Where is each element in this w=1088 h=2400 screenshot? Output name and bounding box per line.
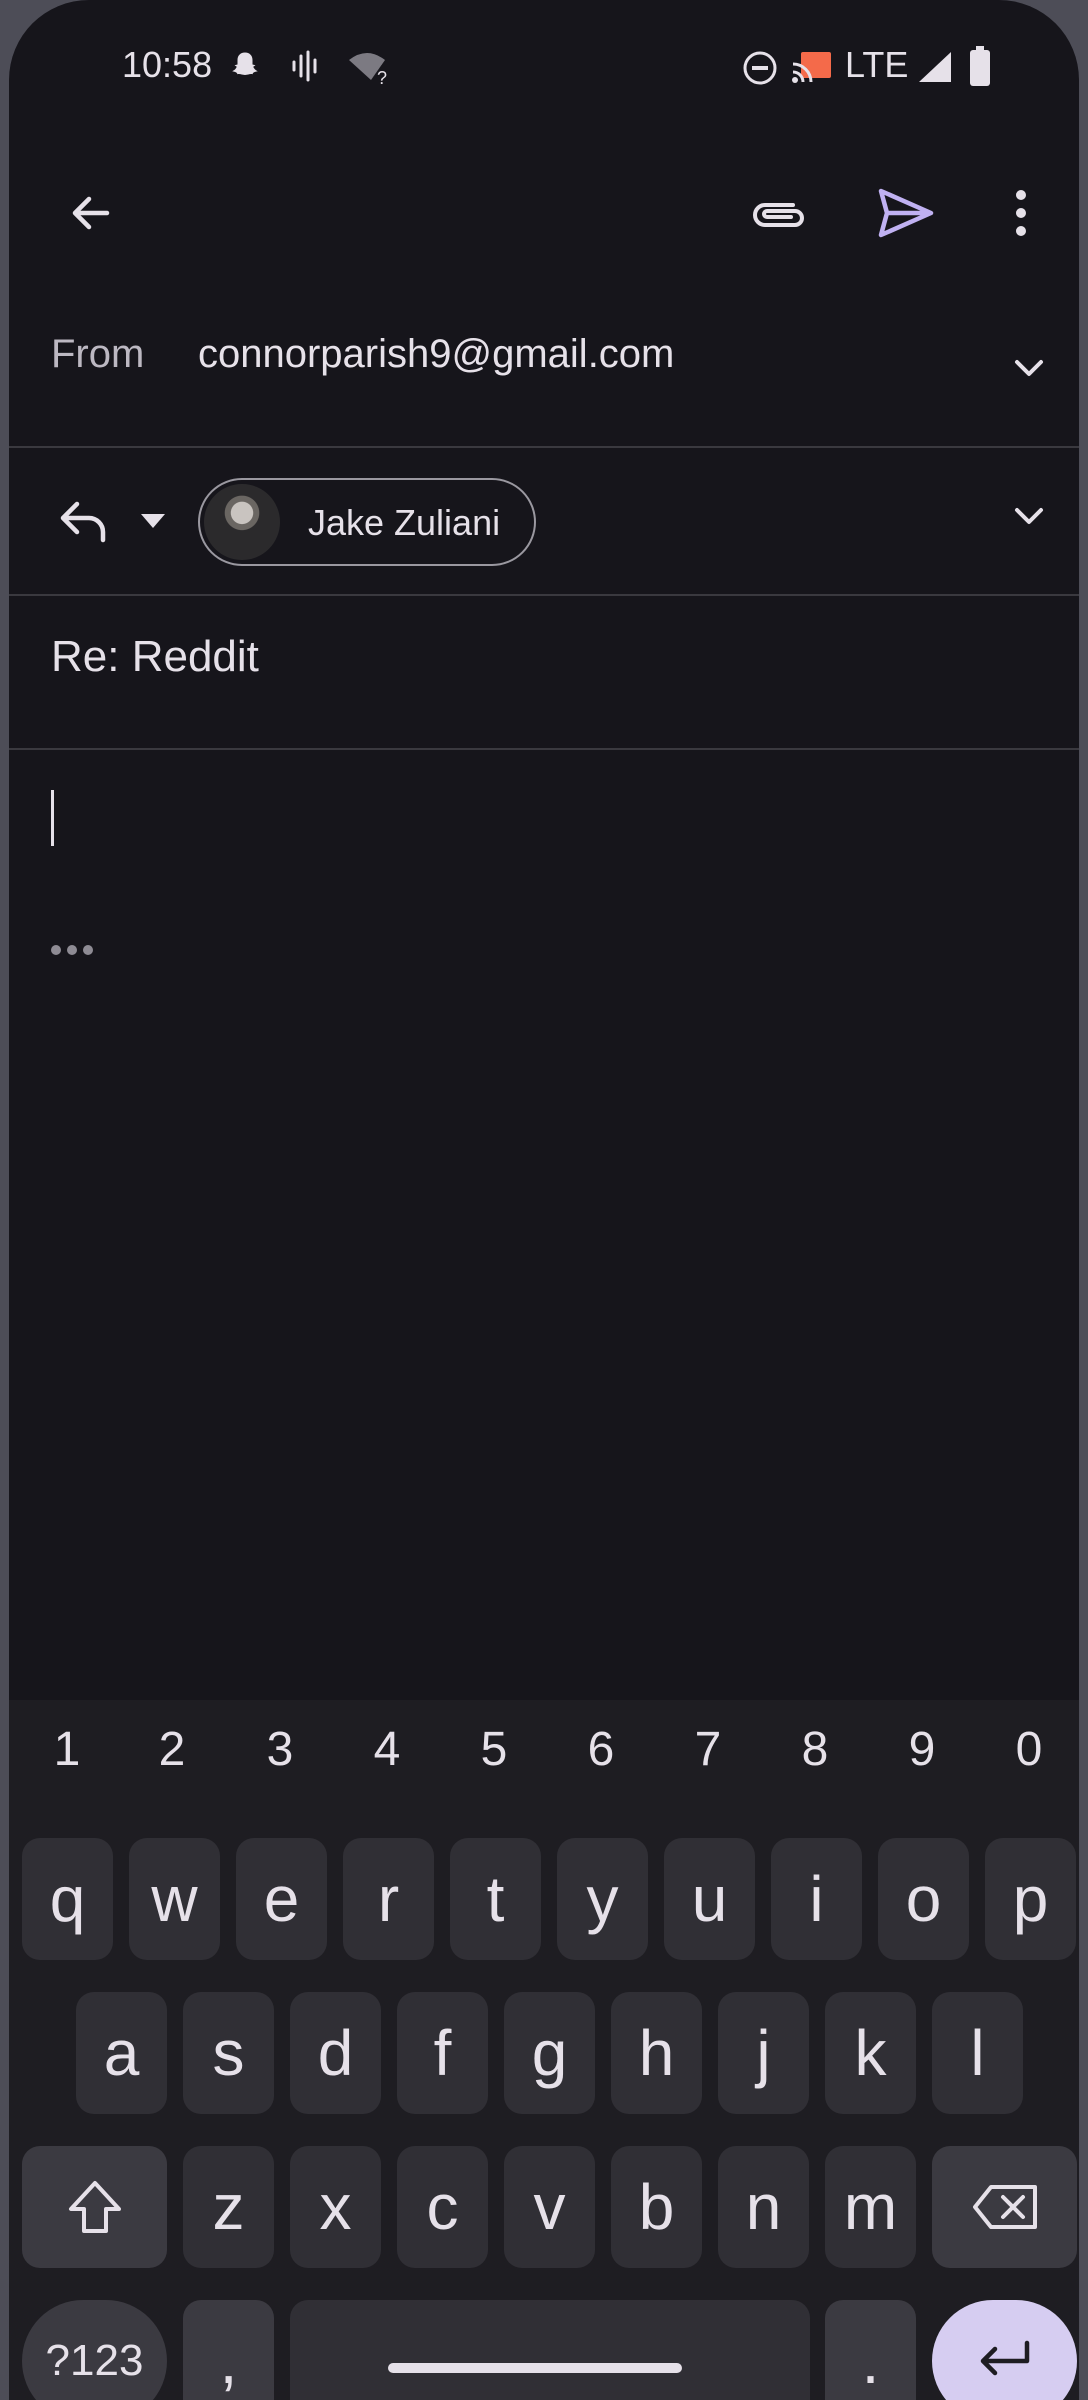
network-label: LTE (845, 44, 909, 85)
snapchat-icon (232, 52, 258, 75)
key-5[interactable]: 5 (464, 1722, 524, 1777)
compose-app-bar (9, 160, 1079, 270)
dnd-icon (743, 51, 777, 85)
key-0[interactable]: 0 (999, 1722, 1059, 1777)
status-bar: 10:58 ? LTE (9, 0, 1079, 135)
enter-key[interactable] (932, 2300, 1077, 2400)
shift-key[interactable] (22, 2146, 167, 2268)
comma-key[interactable]: , (183, 2300, 274, 2400)
chevron-down-icon[interactable] (1009, 348, 1049, 388)
recipient-chip[interactable]: Jake Zuliani (198, 478, 536, 566)
key-f[interactable]: f (397, 1992, 488, 2114)
key-j[interactable]: j (718, 1992, 809, 2114)
voice-icon (292, 50, 317, 82)
key-m[interactable]: m (825, 2146, 916, 2268)
gesture-nav-bar[interactable] (388, 2363, 682, 2373)
key-p[interactable]: p (985, 1838, 1076, 1960)
chevron-down-icon[interactable] (1009, 496, 1049, 536)
key-d[interactable]: d (290, 1992, 381, 2114)
key-3[interactable]: 3 (250, 1722, 310, 1777)
from-account[interactable]: connorparish9@gmail.com (198, 332, 674, 377)
avatar (204, 484, 280, 560)
from-row: From connorparish9@gmail.com (9, 300, 1079, 448)
body-field[interactable] (9, 750, 1079, 1700)
key-w[interactable]: w (129, 1838, 220, 1960)
key-7[interactable]: 7 (678, 1722, 738, 1777)
key-z[interactable]: z (183, 2146, 274, 2268)
reply-icon[interactable] (57, 498, 113, 544)
key-l[interactable]: l (932, 1992, 1023, 2114)
more-vert-icon (1016, 190, 1026, 236)
wifi-question-icon: ? (349, 53, 387, 86)
subject-row[interactable]: Re: Reddit (9, 596, 1079, 750)
key-n[interactable]: n (718, 2146, 809, 2268)
key-8[interactable]: 8 (785, 1722, 845, 1777)
to-row: Jake Zuliani (9, 448, 1079, 596)
key-x[interactable]: x (290, 2146, 381, 2268)
more-options-button[interactable] (971, 163, 1071, 263)
recipient-name: Jake Zuliani (308, 502, 501, 543)
key-9[interactable]: 9 (892, 1722, 952, 1777)
key-2[interactable]: 2 (142, 1722, 202, 1777)
attach-icon (753, 203, 804, 227)
attach-button[interactable] (729, 163, 829, 263)
space-bar[interactable] (290, 2300, 810, 2400)
key-q[interactable]: q (22, 1838, 113, 1960)
from-label: From (51, 332, 145, 376)
enter-icon (980, 2340, 1029, 2376)
keyboard: 1 2 3 4 5 6 7 8 9 0 q w e r t y u i o p … (9, 1700, 1079, 2400)
send-button[interactable] (856, 163, 956, 263)
key-o[interactable]: o (878, 1838, 969, 1960)
text-cursor (51, 790, 54, 846)
back-arrow-icon (72, 196, 110, 230)
key-c[interactable]: c (397, 2146, 488, 2268)
cast-icon (792, 52, 831, 83)
quoted-text-toggle[interactable] (51, 945, 93, 955)
backspace-key[interactable] (932, 2146, 1077, 2268)
key-b[interactable]: b (611, 2146, 702, 2268)
svg-text:?: ? (377, 68, 387, 86)
reply-dropdown-icon[interactable] (139, 512, 167, 530)
key-i[interactable]: i (771, 1838, 862, 1960)
key-k[interactable]: k (825, 1992, 916, 2114)
signal-icon (919, 52, 951, 82)
key-6[interactable]: 6 (571, 1722, 631, 1777)
key-y[interactable]: y (557, 1838, 648, 1960)
key-4[interactable]: 4 (357, 1722, 417, 1777)
phone-screen: 10:58 ? LTE From connorparish9@gmail.com (9, 0, 1079, 2400)
number-row: 1 2 3 4 5 6 7 8 9 0 (9, 1722, 1079, 1792)
key-v[interactable]: v (504, 2146, 595, 2268)
shift-icon (68, 2181, 121, 2233)
back-button[interactable] (41, 163, 141, 263)
key-t[interactable]: t (450, 1838, 541, 1960)
key-s[interactable]: s (183, 1992, 274, 2114)
period-key[interactable]: . (825, 2300, 916, 2400)
status-time: 10:58 (122, 44, 213, 85)
key-e[interactable]: e (236, 1838, 327, 1960)
key-a[interactable]: a (76, 1992, 167, 2114)
key-h[interactable]: h (611, 1992, 702, 2114)
battery-icon (970, 46, 990, 86)
symbols-key[interactable]: ?123 (22, 2300, 167, 2400)
key-u[interactable]: u (664, 1838, 755, 1960)
backspace-icon (972, 2185, 1037, 2229)
send-icon (878, 188, 934, 238)
subject-field[interactable]: Re: Reddit (51, 632, 259, 682)
key-1[interactable]: 1 (37, 1722, 97, 1777)
key-r[interactable]: r (343, 1838, 434, 1960)
key-g[interactable]: g (504, 1992, 595, 2114)
